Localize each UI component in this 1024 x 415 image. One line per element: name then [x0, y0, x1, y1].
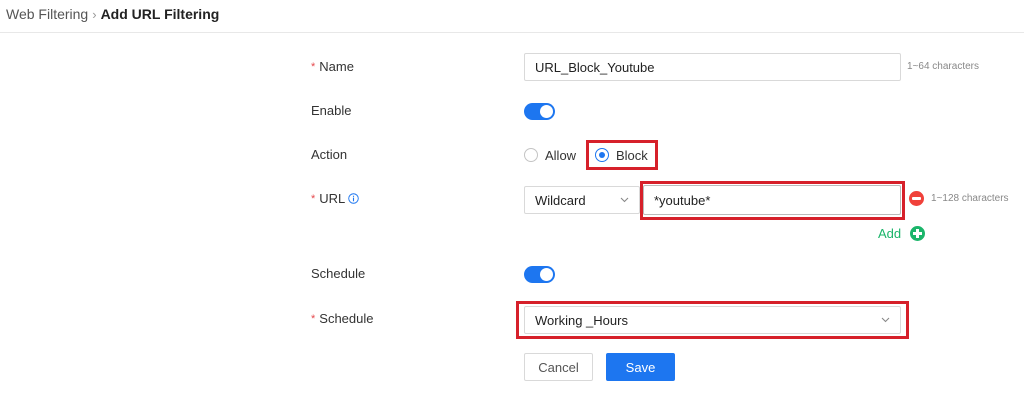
breadcrumb-web-filtering[interactable]: Web Filtering	[6, 6, 88, 22]
required-mark: *	[311, 61, 316, 73]
url-label: * URL	[311, 189, 360, 209]
save-button[interactable]: Save	[606, 353, 675, 381]
page-title: Add URL Filtering	[100, 6, 220, 22]
toggle-knob	[540, 105, 553, 118]
toggle-knob	[540, 268, 553, 281]
cancel-button[interactable]: Cancel	[524, 353, 593, 381]
schedule-label: * Schedule	[311, 311, 374, 326]
schedule-toggle-label: Schedule	[311, 266, 366, 281]
name-label: * Name	[311, 59, 354, 74]
radio-unchecked-icon	[524, 148, 538, 162]
schedule-toggle[interactable]	[524, 266, 555, 283]
add-url-icon[interactable]	[910, 226, 925, 241]
remove-url-icon[interactable]	[909, 191, 924, 206]
header-divider	[0, 32, 1024, 33]
enable-toggle[interactable]	[524, 103, 555, 120]
action-allow-radio[interactable]: Allow	[524, 145, 576, 165]
action-block-radio[interactable]: Block	[595, 145, 648, 165]
breadcrumb-separator: ›	[92, 6, 97, 22]
url-match-type-select[interactable]: Wildcard	[524, 186, 640, 214]
name-input[interactable]	[524, 53, 901, 81]
chevron-down-icon	[620, 197, 629, 203]
radio-checked-icon	[595, 148, 609, 162]
url-input[interactable]	[643, 185, 901, 215]
add-url-link[interactable]: Add	[878, 226, 901, 242]
action-label: Action	[311, 147, 348, 162]
schedule-select[interactable]: Working _Hours	[524, 306, 901, 334]
name-hint: 1~64 characters	[907, 61, 979, 72]
breadcrumb: Web Filtering › Add URL Filtering	[6, 4, 219, 24]
enable-label: Enable	[311, 103, 352, 118]
info-icon[interactable]	[348, 193, 360, 204]
required-mark: *	[311, 313, 316, 325]
chevron-down-icon	[881, 317, 890, 323]
required-mark: *	[311, 193, 316, 205]
url-hint: 1~128 characters	[931, 193, 1009, 204]
